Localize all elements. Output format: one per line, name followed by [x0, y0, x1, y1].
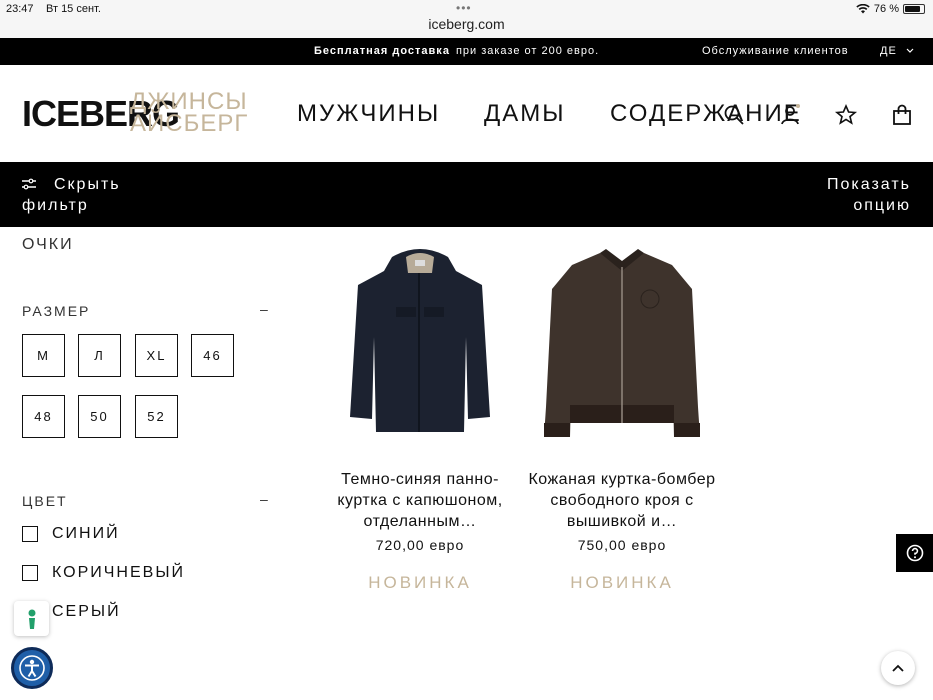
filter-bar: Скрыть фильтр Показать опцию — [0, 162, 933, 227]
size-collapse-icon[interactable]: – — [260, 301, 268, 317]
accessibility-button[interactable] — [11, 647, 53, 689]
product-card[interactable]: Темно-синяя панно-куртка с капюшоном, от… — [320, 227, 520, 593]
wifi-icon — [856, 4, 870, 14]
promo-text: Бесплатная доставка при заказе от 200 евр… — [314, 45, 599, 57]
shield-icon — [28, 609, 35, 629]
product-image-leather-bomber[interactable] — [522, 227, 722, 467]
logo-sub-line-2: АЙСБЕРГ — [130, 110, 249, 137]
help-button[interactable] — [896, 534, 933, 572]
hide-filter-button[interactable]: Скрыть фильтр — [22, 174, 172, 216]
product-image-navy-parka[interactable] — [320, 227, 520, 467]
size-option-m[interactable]: М — [22, 334, 65, 377]
multitask-dots-icon[interactable]: ••• — [456, 1, 472, 15]
status-time: 23:47 — [6, 3, 34, 15]
show-option-button[interactable]: Показать опцию — [761, 174, 911, 216]
customer-service-link[interactable]: Обслуживание клиентов — [702, 45, 849, 57]
trust-badge-widget[interactable] — [14, 601, 49, 636]
nav-women[interactable]: ДАМЫ — [484, 100, 566, 128]
sliders-icon — [22, 178, 36, 190]
bag-icon[interactable] — [890, 103, 914, 127]
product-price: 720,00 евро — [375, 537, 465, 553]
new-badge: НОВИНКА — [368, 573, 472, 592]
color-label: СЕРЫЙ — [52, 603, 121, 620]
size-option-l[interactable]: Л — [78, 334, 121, 377]
nav-men[interactable]: МУЖЧИНЫ — [297, 100, 440, 128]
browser-status-bar: 23:47 Вт 15 сент. ••• iceberg.com 76 % — [0, 0, 933, 38]
hide-filter-label-1: Скрыть — [54, 176, 121, 193]
hide-filter-label-2: фильтр — [22, 197, 89, 214]
new-badge: НОВИНКА — [570, 573, 674, 592]
size-option-52[interactable]: 52 — [135, 395, 178, 438]
battery-percent: 76 % — [873, 3, 899, 15]
size-option-48[interactable]: 48 — [22, 395, 65, 438]
product-price: 750,00 евро — [577, 537, 667, 553]
star-icon[interactable] — [834, 103, 858, 127]
filter-size-title[interactable]: РАЗМЕР — [22, 303, 90, 319]
chevron-down-icon — [906, 48, 914, 53]
show-option-label-1: Показать — [826, 176, 911, 193]
size-option-46[interactable]: 46 — [191, 334, 234, 377]
language-label: ДЕ — [880, 45, 897, 57]
promo-bar: Бесплатная доставка при заказе от 200 евр… — [0, 38, 933, 65]
user-icon[interactable] — [778, 103, 802, 127]
question-icon — [906, 544, 923, 562]
product-title[interactable]: Кожаная куртка-бомбер свободного кроя с … — [522, 469, 722, 532]
color-label: СИНИЙ — [52, 525, 120, 542]
checkbox[interactable] — [22, 526, 38, 542]
filter-glasses[interactable]: ОЧКИ — [22, 236, 74, 254]
iceberg-jeans-logo[interactable]: ДЖИНСЫ АЙСБЕРГ — [130, 90, 249, 137]
promo-bold: Бесплатная доставка — [314, 45, 450, 57]
product-card[interactable]: Кожаная куртка-бомбер свободного кроя с … — [522, 227, 722, 593]
checkbox[interactable] — [22, 565, 38, 581]
address-bar[interactable]: iceberg.com — [0, 16, 933, 32]
language-selector[interactable]: ДЕ — [880, 45, 914, 57]
battery-icon — [903, 4, 925, 14]
chevron-up-icon — [892, 664, 904, 672]
promo-rest: при заказе от 200 евро. — [455, 45, 600, 57]
accessibility-icon — [19, 655, 45, 681]
color-option-blue[interactable]: СИНИЙ — [22, 525, 120, 543]
site-header: ICEBERG ДЖИНСЫ АЙСБЕРГ МУЖЧИНЫ ДАМЫ СОДЕ… — [0, 65, 933, 162]
bomber-illustration — [544, 249, 700, 437]
size-option-50[interactable]: 50 — [78, 395, 121, 438]
show-option-label-2: опцию — [853, 197, 911, 214]
status-right: 76 % — [856, 3, 925, 15]
parka-illustration — [350, 249, 490, 432]
scroll-to-top-button[interactable] — [881, 651, 915, 685]
nav-content[interactable]: СОДЕРЖАНИЕ — [610, 100, 802, 128]
product-title[interactable]: Темно-синяя панно-куртка с капюшоном, от… — [320, 469, 520, 532]
size-option-xl[interactable]: XL — [135, 334, 178, 377]
search-icon[interactable] — [722, 103, 746, 127]
color-option-brown[interactable]: КОРИЧНЕВЫЙ — [22, 564, 185, 582]
filter-color-title[interactable]: ЦВЕТ — [22, 493, 68, 509]
color-label: КОРИЧНЕВЫЙ — [52, 564, 185, 581]
status-date: Вт 15 сент. — [46, 3, 101, 15]
color-collapse-icon[interactable]: – — [260, 491, 268, 507]
